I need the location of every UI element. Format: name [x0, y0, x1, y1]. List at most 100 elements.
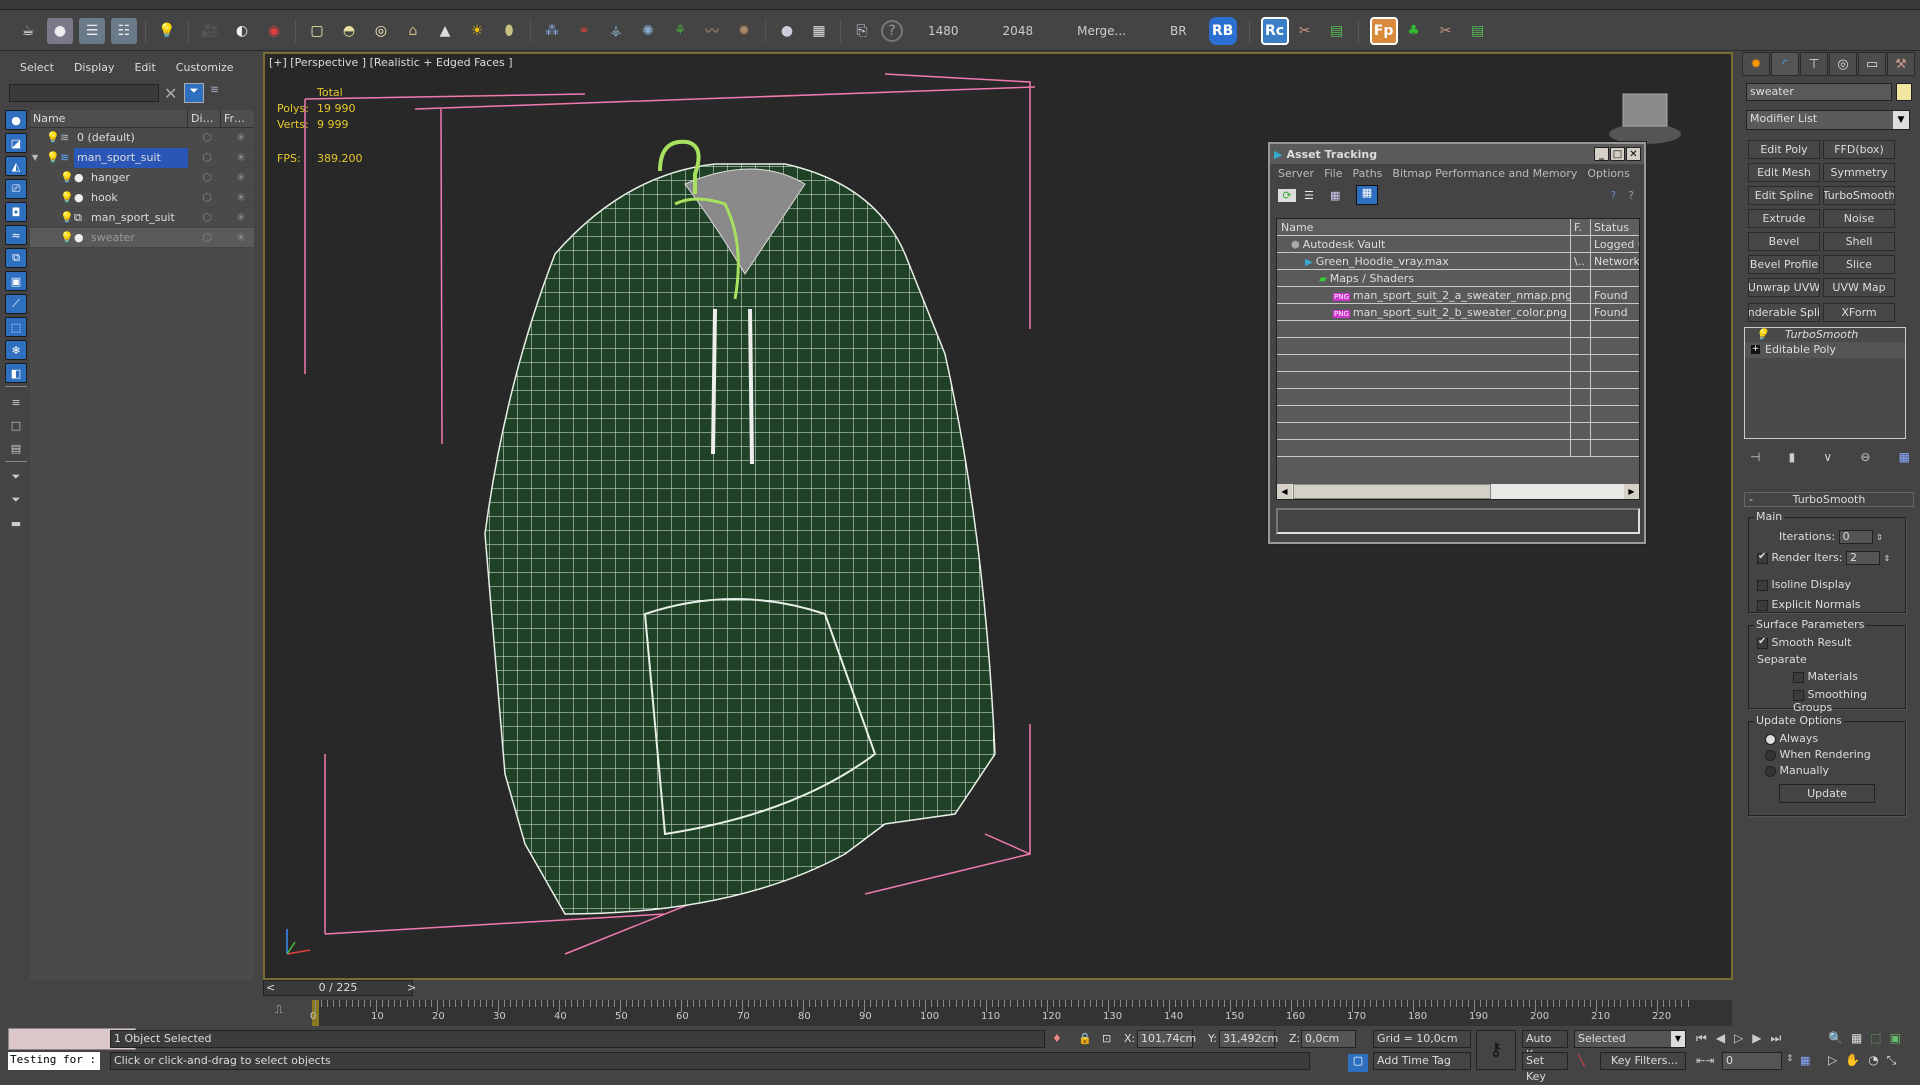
pan-icon[interactable]: ✋ — [1845, 1053, 1860, 1068]
list-icon[interactable]: ☰ — [79, 17, 105, 44]
freeze-icon[interactable]: ✳ — [228, 191, 254, 204]
scene-item-name[interactable]: 0 (default) — [74, 128, 188, 148]
lights-filter-icon[interactable]: ◭ — [5, 156, 27, 176]
scene-tree-row[interactable]: ▼ 💡 ≋ man_sport_suit ⬡ ✳ — [30, 147, 254, 168]
geometry-filter-icon[interactable]: ● — [5, 110, 27, 130]
table-view-icon[interactable]: ▦ — [1356, 185, 1378, 205]
freeze-icon[interactable]: ✳ — [228, 211, 254, 224]
display-box-icon[interactable]: ⬡ — [193, 231, 221, 244]
modifier-button[interactable]: Slice — [1823, 255, 1895, 274]
freeze-icon[interactable]: ✳ — [228, 151, 254, 164]
previous-frame-icon[interactable]: ◀ — [1716, 1031, 1725, 1046]
visibility-bulb-icon[interactable]: 💡 — [60, 211, 74, 224]
spinner-arrows-icon[interactable]: ⇕ — [1883, 554, 1890, 563]
modifier-button[interactable]: Shell — [1823, 232, 1895, 251]
scene-tree-row[interactable]: 💡 ⧉ man_sport_suit ⬡ ✳ — [30, 208, 254, 228]
display-box-icon[interactable]: ⬡ — [193, 211, 221, 224]
go-to-end-icon[interactable]: ⏭ — [1771, 1031, 1782, 1046]
when-rendering-radio[interactable] — [1765, 749, 1776, 761]
column-display[interactable]: Di… — [188, 110, 221, 127]
menu-edit[interactable]: Edit — [134, 61, 155, 79]
render-iters-spinner[interactable]: 2 — [1845, 551, 1880, 565]
table-icon[interactable]: ▤ — [1324, 18, 1350, 44]
spinner-arrows-icon[interactable]: ⇕ — [1876, 533, 1883, 542]
table-icon-2[interactable]: ▤ — [1465, 18, 1491, 44]
scene-tree-row[interactable]: 💡 ● hanger ⬡ ✳ — [30, 168, 254, 188]
prev-frame-icon[interactable]: < — [266, 981, 275, 994]
motion-tab-icon[interactable]: ◎ — [1829, 52, 1857, 76]
scene-tree-row[interactable]: 💡 ≋ 0 (default) ⬡ ✳ — [30, 128, 254, 148]
isoline-checkbox[interactable] — [1757, 579, 1768, 591]
display-tab-icon[interactable]: ▭ — [1858, 52, 1886, 76]
column-freeze[interactable]: Fr… — [221, 110, 254, 127]
modifier-button[interactable]: Edit Poly — [1748, 140, 1820, 159]
asset-row[interactable]: PNG man_sport_suit_2_b_sweater_color.png F… — [1277, 304, 1639, 321]
containers-filter-icon[interactable]: ⬚ — [5, 317, 27, 337]
modifier-button[interactable]: FFD(box) — [1823, 140, 1895, 159]
display-box-icon[interactable]: ⬡ — [193, 191, 221, 204]
clear-search-icon[interactable]: ✕ — [164, 84, 177, 103]
object-name-input[interactable]: sweater — [1746, 83, 1892, 101]
modifier-button[interactable]: Bevel — [1748, 232, 1820, 251]
manually-radio[interactable] — [1765, 765, 1776, 777]
hidden-filter-icon[interactable]: ◧ — [5, 363, 27, 383]
scene-search-input[interactable] — [9, 84, 159, 102]
display-box-icon[interactable]: ⬡ — [193, 151, 221, 164]
collapse-icon[interactable]: - — [1749, 493, 1753, 506]
configure-sets-icon[interactable]: ▦ — [1899, 450, 1910, 464]
hierarchy-tab-icon[interactable]: ⊤ — [1800, 52, 1828, 76]
funnel-settings-icon[interactable]: ⏷ — [5, 490, 27, 510]
scene-tree-row[interactable]: 💡 ● hook ⬡ ✳ — [30, 188, 254, 208]
zoom-icon[interactable]: 🔍 — [1828, 1031, 1843, 1045]
scene-item-name[interactable]: man_sport_suit — [88, 208, 188, 228]
render-frame-icon[interactable]: ● — [47, 17, 73, 44]
maxscript-input[interactable]: Testing for : — [8, 1052, 100, 1070]
make-unique-icon[interactable]: ∨ — [1823, 450, 1832, 464]
asset-col-status[interactable]: Status — [1591, 219, 1639, 235]
asset-path-field[interactable] — [1276, 508, 1640, 534]
scene-tree-row[interactable]: 💡 ● sweater ⬡ ✳ — [30, 228, 254, 248]
freeze-icon[interactable]: ✳ — [228, 171, 254, 184]
x-coordinate-field[interactable]: 101,74cm — [1137, 1030, 1196, 1048]
maximize-viewport-icon[interactable]: ⤡ — [1887, 1053, 1897, 1068]
absolute-mode-icon[interactable]: ⊡ — [1102, 1032, 1111, 1045]
freeze-icon[interactable]: ✳ — [228, 231, 254, 244]
modify-tab-icon[interactable]: ◜ — [1771, 52, 1799, 76]
xrefs-filter-icon[interactable]: ▣ — [5, 271, 27, 291]
scene-item-name[interactable]: man_sport_suit — [74, 147, 188, 168]
smoothing-groups-checkbox[interactable] — [1793, 689, 1804, 701]
invert-icon[interactable]: ▤ — [5, 438, 27, 458]
column-name[interactable]: Name — [30, 110, 188, 127]
zoom-extents-all-icon[interactable]: ▣ — [1890, 1031, 1901, 1045]
vault-help-icon[interactable]: ? — [1610, 189, 1616, 202]
cone-icon[interactable]: ▲ — [432, 18, 458, 44]
display-box-icon[interactable]: ⬡ — [193, 131, 221, 144]
maximize-button[interactable]: □ — [1610, 147, 1625, 161]
helpers-filter-icon[interactable]: ◘ — [5, 202, 27, 222]
asset-row[interactable]: ⬢Autodesk Vault Logged O — [1277, 236, 1639, 253]
asset-menu-options[interactable]: Options — [1587, 167, 1629, 180]
pin-stack-icon[interactable]: ⊣ — [1750, 450, 1760, 464]
camera-sequence-icon[interactable]: ◐ — [229, 18, 255, 44]
asset-menu-bitmap[interactable]: Bitmap Performance and Memory — [1392, 167, 1577, 180]
explicit-normals-checkbox[interactable] — [1757, 599, 1768, 611]
zoom-extents-icon[interactable]: ⬚ — [1870, 1031, 1881, 1045]
teapot-icon[interactable]: ⌂ — [400, 18, 426, 44]
modifier-list-dropdown[interactable]: Modifier List ▼ — [1746, 110, 1910, 130]
material-grid-icon[interactable]: ▦ — [806, 18, 832, 44]
iterations-spinner[interactable]: 0 — [1838, 530, 1873, 544]
modifier-button[interactable]: enderable Splin — [1748, 303, 1820, 322]
set-key-button[interactable]: Set Key — [1522, 1052, 1568, 1083]
orbit-icon[interactable]: ◔ — [1868, 1053, 1878, 1068]
expand-icon[interactable]: + — [1751, 345, 1760, 354]
camera-icon[interactable]: 🎥 — [197, 18, 223, 44]
display-all-icon[interactable]: ≡ — [5, 392, 27, 412]
value-2048[interactable]: 2048 — [1003, 24, 1034, 38]
visibility-bulb-icon[interactable]: 💡 — [60, 231, 74, 244]
menu-customize[interactable]: Customize — [176, 61, 234, 79]
always-radio[interactable] — [1765, 733, 1776, 745]
modifier-button[interactable]: Edit Spline — [1748, 186, 1820, 205]
sun-icon[interactable]: ☀ — [464, 18, 490, 44]
plane-light-icon[interactable]: ▢ — [304, 18, 330, 44]
display-none-icon[interactable]: □ — [5, 415, 27, 435]
